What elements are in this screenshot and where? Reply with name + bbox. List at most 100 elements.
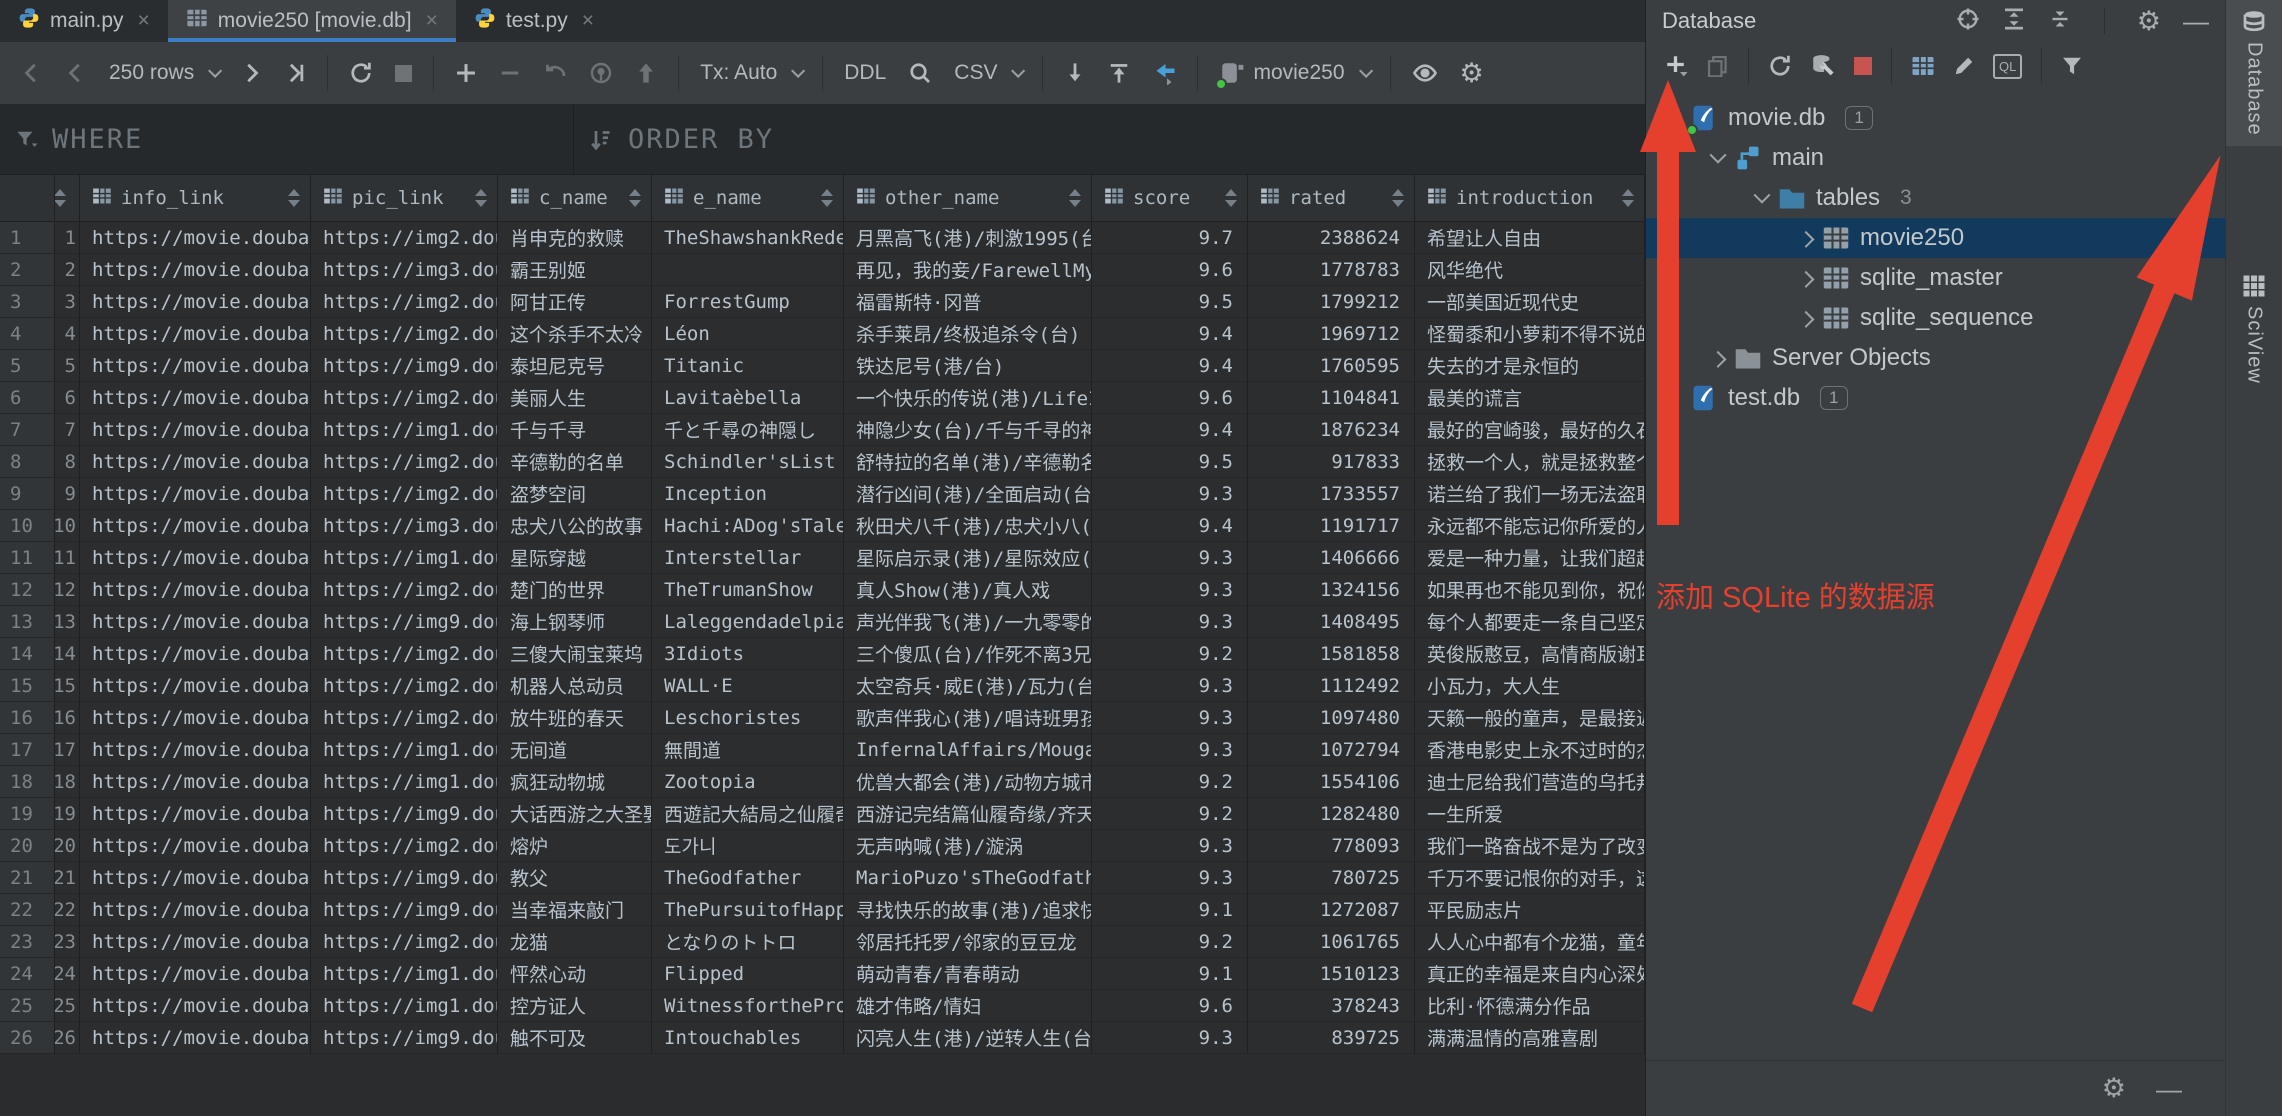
last-page-button[interactable]	[273, 51, 317, 95]
table-cell[interactable]: 满满温情的高雅喜剧	[1415, 1022, 1645, 1053]
table-cell[interactable]: https://movie.douban…	[80, 574, 311, 605]
table-cell[interactable]: 9.3	[1092, 702, 1248, 733]
sort-toggle[interactable]	[288, 189, 300, 207]
filter-datasource-button[interactable]	[2052, 46, 2092, 86]
table-cell[interactable]: 希望让人自由	[1415, 222, 1645, 253]
table-cell[interactable]: https://movie.douban…	[80, 702, 311, 733]
column-header-rated[interactable]: rated	[1248, 175, 1415, 221]
table-cell[interactable]: 星际穿越	[498, 542, 652, 573]
table-row[interactable]: 2020https://movie.douban…https://img2.do…	[0, 830, 1645, 862]
table-row[interactable]: 1313https://movie.douban…https://img9.do…	[0, 606, 1645, 638]
table-row[interactable]: 1616https://movie.douban…https://img2.do…	[0, 702, 1645, 734]
refresh-datasource-button[interactable]	[1759, 46, 1801, 86]
table-cell[interactable]: 这个杀手不太冷	[498, 318, 652, 349]
table-cell[interactable]: 1406666	[1248, 542, 1415, 573]
table-cell[interactable]: 1760595	[1248, 350, 1415, 381]
table-cell[interactable]: 平民励志片	[1415, 894, 1645, 925]
table-cell[interactable]: 爱是一种力量，让我们超越时空	[1415, 542, 1645, 573]
table-cell[interactable]: 9.3	[1092, 734, 1248, 765]
table-cell[interactable]: 秋田犬八千(港)/忠犬小八(台)	[844, 510, 1092, 541]
table-cell[interactable]: 三傻大闹宝莱坞	[498, 638, 652, 669]
table-row[interactable]: 77https://movie.douban…https://img1.dou……	[0, 414, 1645, 446]
table-cell[interactable]: 一部美国近现代史	[1415, 286, 1645, 317]
table-cell[interactable]: 9.3	[1092, 1022, 1248, 1053]
table-cell[interactable]: https://movie.douban…	[80, 766, 311, 797]
table-row[interactable]: 1414https://movie.douban…https://img2.do…	[0, 638, 1645, 670]
table-cell[interactable]: https://movie.douban…	[80, 798, 311, 829]
table-cell[interactable]: https://movie.douban…	[80, 606, 311, 637]
stripe-tab-database[interactable]: Database	[2226, 0, 2282, 146]
table-cell[interactable]: 917833	[1248, 446, 1415, 477]
hide-panel-button[interactable]: ―	[2183, 8, 2209, 34]
undo-button[interactable]	[532, 51, 578, 95]
table-row[interactable]: 2626https://movie.douban…https://img9.do…	[0, 1022, 1645, 1054]
next-page-button[interactable]	[229, 51, 273, 95]
table-cell[interactable]: 邻居托托罗/邻家的豆豆龙	[844, 926, 1092, 957]
table-cell[interactable]: 星际启示录(港)/星际效应(台)	[844, 542, 1092, 573]
table-cell[interactable]: 378243	[1248, 990, 1415, 1021]
table-row[interactable]: 1919https://movie.douban…https://img9.do…	[0, 798, 1645, 830]
table-cell[interactable]: https://movie.douban…	[80, 446, 311, 477]
chevron-right-icon[interactable]	[1798, 311, 1815, 328]
table-cell[interactable]: https://img1.dou…	[311, 958, 498, 989]
table-cell[interactable]: 小瓦力，大人生	[1415, 670, 1645, 701]
table-cell[interactable]: 辛德勒的名单	[498, 446, 652, 477]
table-cell[interactable]: 美丽人生	[498, 382, 652, 413]
table-cell[interactable]: 9.6	[1092, 254, 1248, 285]
sort-toggle[interactable]	[629, 189, 641, 207]
table-cell[interactable]: 优兽大都会(港)/动物方城市(台	[844, 766, 1092, 797]
table-cell[interactable]: 9.1	[1092, 894, 1248, 925]
column-header-other_name[interactable]: other_name	[844, 175, 1092, 221]
table-cell[interactable]: Interstellar	[652, 542, 844, 573]
table-cell[interactable]: 9.2	[1092, 766, 1248, 797]
table-cell[interactable]: 9.6	[1092, 990, 1248, 1021]
submit-button[interactable]	[624, 51, 668, 95]
table-row[interactable]: 33https://movie.douban…https://img2.dou……	[0, 286, 1645, 318]
table-cell[interactable]: 9.6	[1092, 382, 1248, 413]
add-data-source-button[interactable]	[1656, 46, 1698, 86]
table-cell[interactable]: MarioPuzo'sTheGodfather	[844, 862, 1092, 893]
page-size-selector[interactable]: 250 rows	[98, 51, 229, 95]
table-cell[interactable]: 780725	[1248, 862, 1415, 893]
table-cell[interactable]: 1733557	[1248, 478, 1415, 509]
table-cell[interactable]: 1112492	[1248, 670, 1415, 701]
table-row[interactable]: 99https://movie.douban…https://img2.dou……	[0, 478, 1645, 510]
table-cell[interactable]: 舒特拉的名单(港)/辛德勒名单	[844, 446, 1092, 477]
tree-item-server-objects[interactable]: Server Objects	[1646, 338, 2225, 378]
table-cell[interactable]: 真正的幸福是来自内心深处	[1415, 958, 1645, 989]
table-cell[interactable]: https://movie.douban…	[80, 542, 311, 573]
revert-selected-button[interactable]	[578, 51, 624, 95]
table-cell[interactable]: 声光伴我飞(港)/一九零零的传奇	[844, 606, 1092, 637]
table-row[interactable]: 2323https://movie.douban…https://img2.do…	[0, 926, 1645, 958]
table-cell[interactable]: Inception	[652, 478, 844, 509]
table-cell[interactable]: 9.4	[1092, 414, 1248, 445]
table-cell[interactable]: 千万不要记恨你的对手，这样会	[1415, 862, 1645, 893]
table-cell[interactable]: https://movie.douban…	[80, 318, 311, 349]
table-cell[interactable]: Lavitaèbella	[652, 382, 844, 413]
table-cell[interactable]: 9.7	[1092, 222, 1248, 253]
table-cell[interactable]: https://img2.dou…	[311, 286, 498, 317]
table-cell[interactable]: 9.3	[1092, 830, 1248, 861]
table-cell[interactable]: 1969712	[1248, 318, 1415, 349]
column-header-info_link[interactable]: info_link	[80, 175, 311, 221]
table-cell[interactable]: https://movie.douban…	[80, 926, 311, 957]
table-cell[interactable]: 9.4	[1092, 350, 1248, 381]
table-cell[interactable]: 铁达尼号(港/台)	[844, 350, 1092, 381]
table-row[interactable]: 1111https://movie.douban…https://img1.do…	[0, 542, 1645, 574]
table-cell[interactable]: 英俊版憨豆，高情商版谢耳朵	[1415, 638, 1645, 669]
table-cell[interactable]: 1272087	[1248, 894, 1415, 925]
table-cell[interactable]: 人人心中都有个龙猫，童年就永	[1415, 926, 1645, 957]
table-cell[interactable]: 1072794	[1248, 734, 1415, 765]
table-cell[interactable]: 我们一路奋战不是为了改变世界	[1415, 830, 1645, 861]
table-row[interactable]: 1818https://movie.douban…https://img1.do…	[0, 766, 1645, 798]
table-cell[interactable]: 失去的才是永恒的	[1415, 350, 1645, 381]
table-cell[interactable]: https://img1.dou…	[311, 734, 498, 765]
table-cell[interactable]: https://movie.douban…	[80, 958, 311, 989]
settings-button[interactable]: ⚙	[1449, 51, 1495, 95]
table-cell[interactable]: 迪士尼给我们营造的乌托邦就是	[1415, 766, 1645, 797]
chevron-down-icon[interactable]	[1710, 147, 1727, 164]
table-cell[interactable]: Flipped	[652, 958, 844, 989]
where-filter-input[interactable]: WHERE	[0, 105, 574, 174]
table-cell[interactable]: https://img2.dou…	[311, 702, 498, 733]
table-cell[interactable]: 1876234	[1248, 414, 1415, 445]
